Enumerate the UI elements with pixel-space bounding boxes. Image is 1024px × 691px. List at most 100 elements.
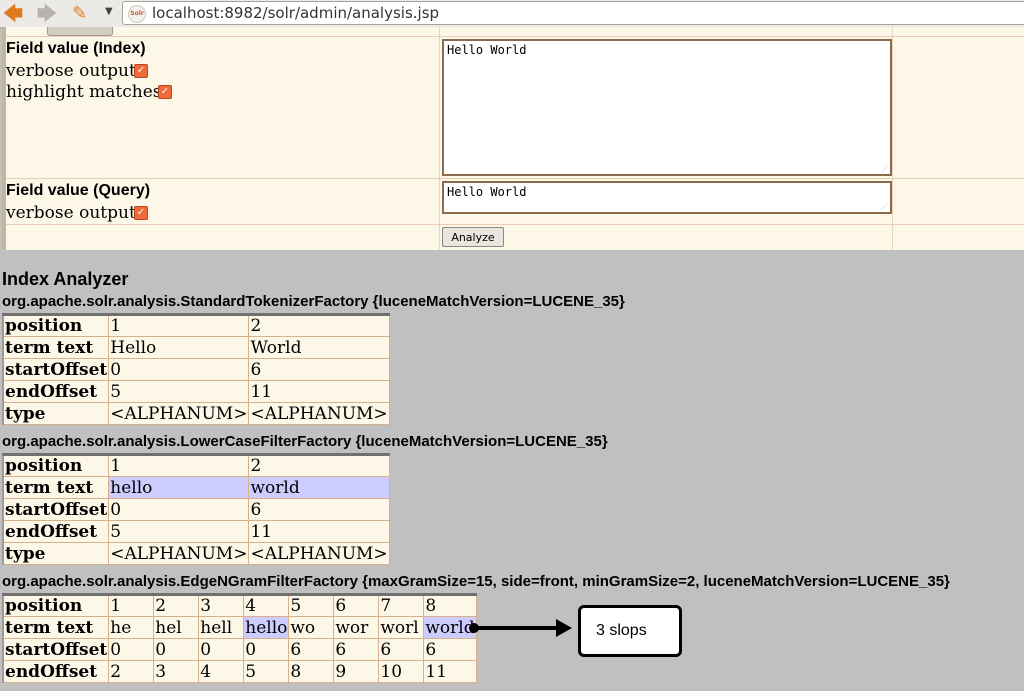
resize-grip-icon[interactable]: ⋰ [881, 203, 888, 211]
token-cell: <ALPHANUM> [108, 542, 250, 565]
browser-toolbar: 🡄 🡆 ✎ ▼ Solr localhost:8982/solr/admin/a… [0, 0, 1024, 28]
row-label: startOffset [2, 358, 110, 381]
token-cell: 9 [333, 660, 380, 683]
token-cell: 2 [153, 594, 200, 617]
highlight-checkbox[interactable]: ✓ [158, 85, 172, 99]
position-row: position 1 2 [2, 454, 390, 477]
start-offset-row: startOffset 0 0 0 0 6 6 6 6 [2, 638, 477, 661]
token-cell: 1 [108, 454, 250, 477]
position-row: position 1 2 [2, 314, 390, 337]
query-field-label: Field value (Query) [6, 182, 151, 199]
token-cell: 1 [108, 594, 155, 617]
highlighted-token-cell: hello [243, 616, 290, 639]
token-cell: 11 [248, 520, 390, 543]
token-cell: 0 [108, 638, 155, 661]
token-cell: 8 [288, 660, 335, 683]
token-cell: 0 [198, 638, 245, 661]
row-label: endOffset [2, 380, 110, 403]
token-table: position 1 2 3 4 5 6 7 8 term text he he… [2, 593, 477, 683]
token-cell: hell [198, 616, 245, 639]
token-cell: 2 [248, 454, 390, 477]
token-cell: 3 [153, 660, 200, 683]
verbose-checkbox[interactable]: ✓ [134, 64, 148, 78]
forward-arrow-icon[interactable]: 🡆 [36, 3, 58, 23]
token-cell: 6 [378, 638, 425, 661]
token-cell: 0 [108, 498, 250, 521]
verbose-output-label: verbose output [6, 61, 136, 81]
row-label: position [2, 314, 110, 337]
form-row-divider [6, 36, 1024, 37]
token-cell: Hello [108, 336, 250, 359]
annotation-arrow [473, 626, 563, 630]
highlighted-token-cell: hello [108, 476, 250, 499]
query-verbose-checkbox[interactable]: ✓ [134, 206, 148, 220]
row-label: term text [2, 336, 110, 359]
dropdown-chevron-icon[interactable]: ▼ [105, 6, 113, 17]
term-text-row: term text he hel hell hello wo wor worl … [2, 616, 477, 639]
query-value-text: Hello World [447, 185, 527, 199]
token-cell: 1 [108, 314, 250, 337]
query-value-textarea[interactable]: Hello World ⋰ [442, 181, 892, 214]
token-cell: 6 [333, 594, 380, 617]
token-cell: 0 [243, 638, 290, 661]
address-bar[interactable]: Solr localhost:8982/solr/admin/analysis.… [122, 1, 1024, 25]
form-row-divider [6, 224, 1024, 225]
partial-button[interactable] [47, 27, 113, 36]
token-cell: 4 [243, 594, 290, 617]
highlight-matches-label: highlight matches [6, 82, 162, 102]
token-cell: 4 [198, 660, 245, 683]
token-cell: <ALPHANUM> [108, 402, 250, 425]
highlighted-token-cell: world [248, 476, 390, 499]
index-value-textarea[interactable]: Hello World ⋰ [442, 39, 892, 176]
row-label: endOffset [2, 520, 110, 543]
token-cell: 2 [248, 314, 390, 337]
row-label: startOffset [2, 638, 110, 661]
start-offset-row: startOffset 0 6 [2, 498, 390, 521]
row-label: endOffset [2, 660, 110, 683]
end-offset-row: endOffset 2 3 4 5 8 9 10 11 [2, 660, 477, 683]
index-field-label: Field value (Index) [6, 40, 146, 57]
resize-grip-icon[interactable]: ⋰ [881, 165, 888, 173]
position-row: position 1 2 3 4 5 6 7 8 [2, 594, 477, 617]
term-text-row: term text Hello World [2, 336, 390, 359]
token-cell: he [108, 616, 155, 639]
row-label: type [2, 402, 110, 425]
back-arrow-icon[interactable]: 🡄 [2, 3, 24, 23]
token-cell: 11 [423, 660, 477, 683]
form-row-divider [6, 178, 1024, 179]
token-cell: worl [378, 616, 425, 639]
token-cell: 6 [333, 638, 380, 661]
token-cell: wor [333, 616, 380, 639]
token-cell: 2 [108, 660, 155, 683]
end-offset-row: endOffset 5 11 [2, 380, 390, 403]
token-cell: <ALPHANUM> [248, 542, 390, 565]
row-label: position [2, 454, 110, 477]
token-cell: 10 [378, 660, 425, 683]
token-cell: 5 [288, 594, 335, 617]
token-cell: 6 [248, 358, 390, 381]
annotation-callout: 3 slops [578, 605, 682, 657]
token-table: position 1 2 term text hello world start… [2, 453, 390, 565]
factory-heading: org.apache.solr.analysis.LowerCaseFilter… [2, 433, 608, 450]
solr-favicon-icon: Solr [128, 5, 146, 23]
term-text-row: term text hello world [2, 476, 390, 499]
token-cell: 0 [108, 358, 250, 381]
token-cell: World [248, 336, 390, 359]
token-cell: 5 [108, 380, 250, 403]
token-cell: 6 [423, 638, 477, 661]
token-cell: 3 [198, 594, 245, 617]
token-cell: 0 [153, 638, 200, 661]
token-cell: <ALPHANUM> [248, 402, 390, 425]
factory-heading: org.apache.solr.analysis.EdgeNGramFilter… [2, 573, 950, 590]
start-offset-row: startOffset 0 6 [2, 358, 390, 381]
type-row: type <ALPHANUM> <ALPHANUM> [2, 542, 390, 565]
end-offset-row: endOffset 5 11 [2, 520, 390, 543]
token-cell: 7 [378, 594, 425, 617]
token-cell: 6 [248, 498, 390, 521]
pencil-icon[interactable]: ✎ [72, 4, 94, 24]
analyze-button[interactable]: Analyze [442, 227, 504, 247]
token-cell: 6 [288, 638, 335, 661]
token-cell: 11 [248, 380, 390, 403]
url-text[interactable]: localhost:8982/solr/admin/analysis.jsp [152, 4, 439, 22]
query-verbose-output-label: verbose output [6, 203, 136, 223]
